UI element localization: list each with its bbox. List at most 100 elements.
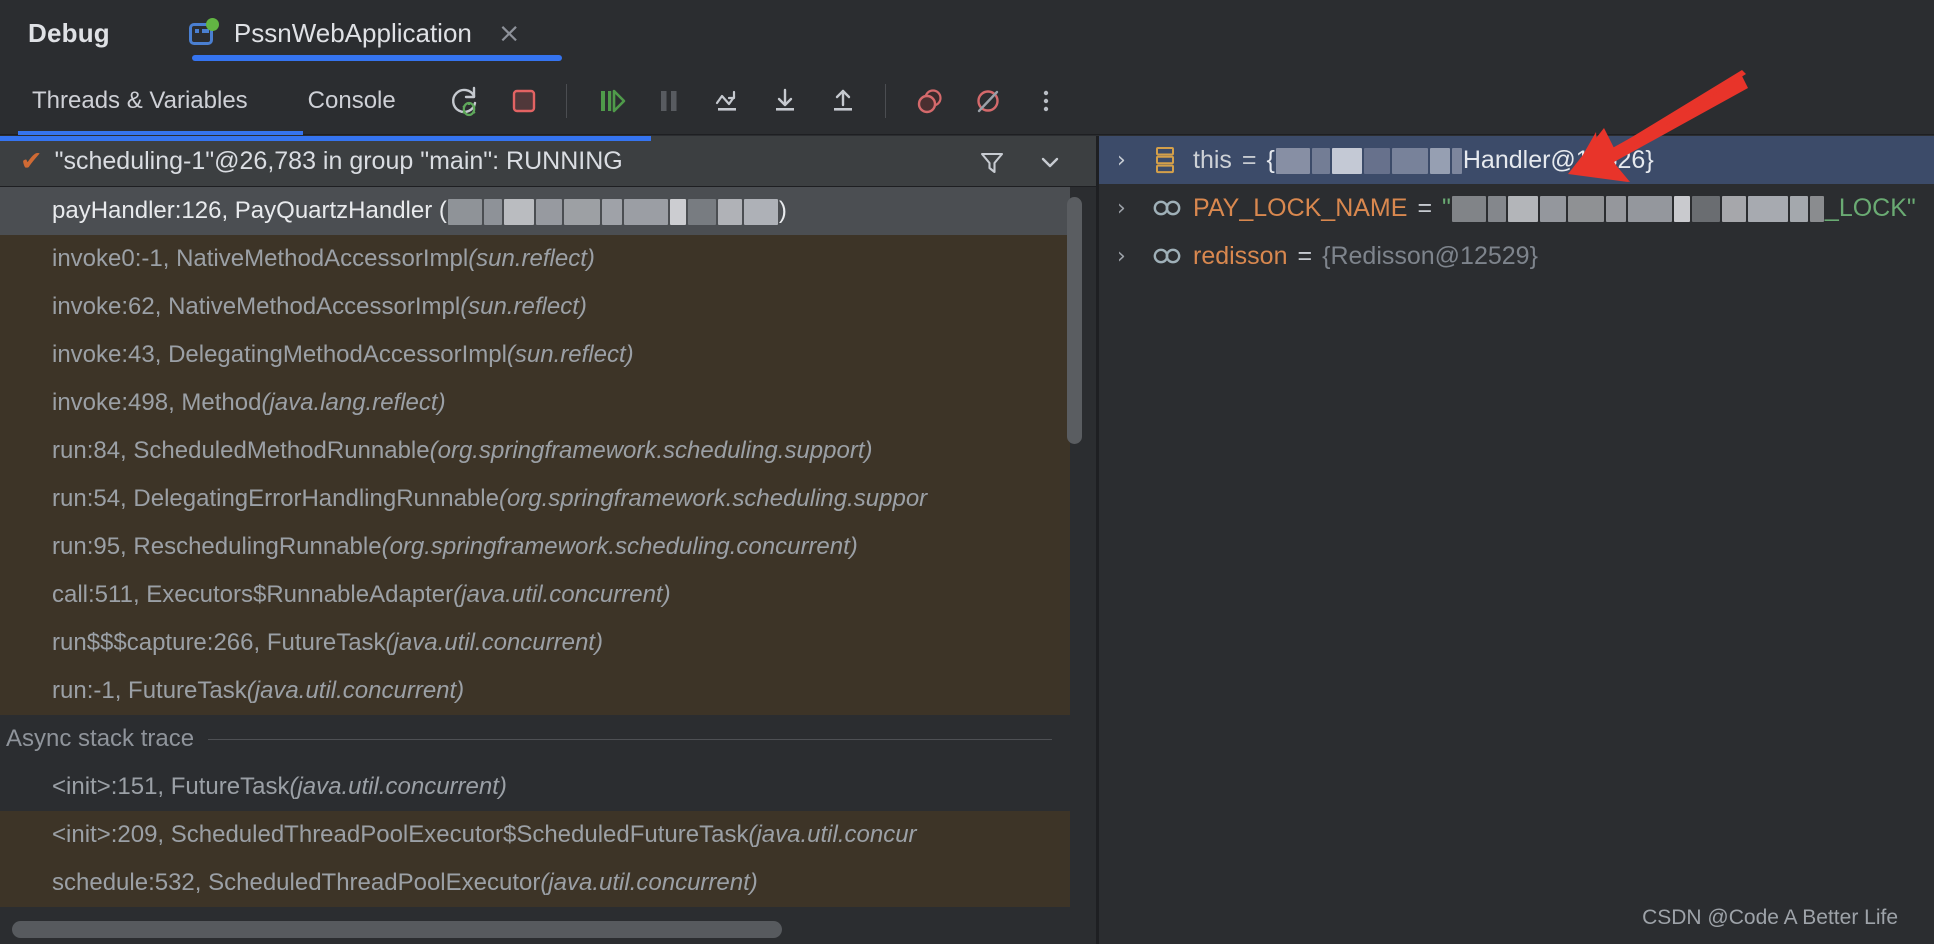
separator-line [208, 738, 1052, 740]
redacted-block [1691, 195, 1720, 222]
tab-console[interactable]: Console [304, 67, 400, 135]
debug-tool-window-title: Debug [28, 18, 110, 48]
stack-frame-row[interactable]: invoke0:-1, NativeMethodAccessorImpl (su… [0, 235, 1070, 283]
static-field-icon [1151, 243, 1193, 269]
static-field-icon [1151, 195, 1193, 221]
tab-active-underline [18, 130, 303, 135]
redacted-block [1507, 195, 1538, 222]
stack-frame-method: call:511, Executors$RunnableAdapter [52, 581, 454, 608]
step-into-button[interactable] [757, 73, 813, 129]
variable-name: redisson [1193, 241, 1288, 270]
stack-frame-package: (java.util.concurrent) [453, 581, 671, 608]
step-out-button[interactable] [815, 73, 871, 129]
resume-icon [600, 89, 626, 112]
stack-frame-row[interactable]: invoke:62, NativeMethodAccessorImpl (sun… [0, 283, 1070, 331]
running-indicator-dot [205, 17, 219, 31]
stack-frame-package: (java.util.concurrent) [385, 629, 603, 656]
step-into-icon [775, 88, 794, 111]
expand-chevron-icon[interactable]: › [1117, 148, 1151, 173]
tab-active-underline [191, 55, 562, 61]
redacted-block [447, 198, 482, 225]
stack-frame-method: invoke:498, Method [52, 389, 262, 416]
expand-chevron-icon[interactable]: › [1117, 244, 1151, 269]
variable-value: {Handler@17626} [1267, 146, 1654, 175]
stack-frame-row[interactable]: schedule:532, ScheduledThreadPoolExecuto… [0, 859, 1070, 907]
redacted-block [1275, 147, 1310, 174]
redacted-value [1451, 194, 1825, 222]
expand-chevron-icon[interactable]: › [1117, 196, 1151, 221]
stack-frame-method: payHandler:126, PayQuartzHandler ( [52, 197, 447, 224]
frames-horizontal-scrollbar[interactable] [0, 915, 1096, 944]
thread-selector-header[interactable]: ✔ "scheduling-1"@26,783 in group "main":… [0, 136, 1096, 187]
redacted-package-name [447, 197, 779, 225]
frames-vertical-scroll-thumb[interactable] [1067, 197, 1082, 444]
frames-panel: ✔ "scheduling-1"@26,783 in group "main":… [0, 136, 1096, 944]
tab-threads-and-variables-label: Threads & Variables [32, 86, 248, 114]
checkmark-icon: ✔ [20, 145, 43, 177]
stack-frames-list[interactable]: payHandler:126, PayQuartzHandler () invok… [0, 187, 1096, 915]
redacted-value [1275, 146, 1463, 174]
equals-sign: = [1417, 193, 1433, 222]
close-icon[interactable]: × [498, 20, 521, 47]
stack-frame-package: (sun.reflect) [506, 341, 634, 368]
redacted-block [669, 198, 686, 225]
stack-frame-method: run:-1, FutureTask [52, 677, 247, 704]
variable-row[interactable]: › redisson = {Redisson@12529} [1099, 232, 1934, 280]
stack-frame-package: (java.lang.reflect) [261, 389, 446, 416]
stack-frame-package: (org.springframework.scheduling.suppor [498, 485, 928, 512]
stack-frame-package: (sun.reflect) [468, 245, 595, 272]
tab-threads-and-variables[interactable]: Threads & Variables [18, 67, 303, 135]
stack-frame-row[interactable]: run:95, ReschedulingRunnable (org.spring… [0, 523, 1070, 571]
redacted-block [1363, 147, 1390, 174]
value-prefix: " [1442, 193, 1451, 222]
value-prefix: { [1266, 145, 1275, 174]
stack-frame-method: run:95, ReschedulingRunnable [52, 533, 382, 560]
mute-breakpoints-button[interactable] [960, 73, 1016, 129]
stack-frame-method: invoke:43, DelegatingMethodAccessorImpl [52, 341, 507, 368]
redacted-block [483, 198, 502, 225]
rerun-debug-icon [451, 86, 476, 116]
rerun-debug-button[interactable] [438, 73, 494, 129]
more-options-button[interactable] [1018, 73, 1074, 129]
stack-frame-row[interactable]: run:54, DelegatingErrorHandlingRunnable … [0, 475, 1070, 523]
stack-frame-method: run$$$capture:266, FutureTask [52, 629, 386, 656]
stack-frame-package: (java.util.concurrent) [246, 677, 465, 704]
frames-vertical-scrollbar[interactable] [1067, 192, 1082, 864]
redacted-block [1721, 195, 1746, 222]
frames-horizontal-scroll-thumb[interactable] [12, 921, 782, 938]
stack-frame-row[interactable]: payHandler:126, PayQuartzHandler () [0, 187, 1070, 235]
pause-icon [660, 90, 677, 111]
redacted-block [1567, 195, 1604, 222]
stack-frame-suffix: ) [778, 197, 787, 224]
stack-frame-row[interactable]: invoke:498, Method (java.lang.reflect) [0, 379, 1070, 427]
stack-frame-row[interactable]: run:84, ScheduledMethodRunnable (org.spr… [0, 427, 1070, 475]
step-out-icon [833, 89, 852, 111]
step-over-icon [715, 90, 736, 111]
redacted-block [687, 198, 716, 225]
redacted-block [503, 198, 534, 225]
variable-row[interactable]: › this = {Handler@17626} [1099, 136, 1934, 184]
tab-pssnwebapplication[interactable]: PssnWebApplication × [166, 0, 562, 67]
stack-frame-row[interactable]: <init>:209, ScheduledThreadPoolExecutor$… [0, 811, 1070, 859]
stack-frame-package: (org.springframework.scheduling.support) [429, 437, 873, 464]
stack-frame-row[interactable]: call:511, Executors$RunnableAdapter (jav… [0, 571, 1070, 619]
stack-frame-method: invoke:62, NativeMethodAccessorImpl [52, 293, 461, 320]
collapse-button[interactable] [1022, 134, 1078, 190]
stack-frame-row[interactable]: <init>:151, FutureTask (java.util.concur… [0, 763, 1070, 811]
variable-row[interactable]: › PAY_LOCK_NAME = " _LOCK" [1099, 184, 1934, 232]
redacted-block [1627, 195, 1672, 222]
pause-program-button[interactable] [641, 73, 697, 129]
redacted-block [535, 198, 562, 225]
stack-frame-row[interactable]: run:-1, FutureTask (java.util.concurrent… [0, 667, 1070, 715]
object-value-icon [1151, 145, 1193, 175]
view-breakpoints-button[interactable] [902, 73, 958, 129]
step-over-button[interactable] [699, 73, 755, 129]
stack-frame-package: (org.springframework.scheduling.concurre… [381, 533, 858, 560]
stack-frame-row[interactable]: invoke:43, DelegatingMethodAccessorImpl … [0, 331, 1070, 379]
stack-frame-row[interactable]: run$$$capture:266, FutureTask (java.util… [0, 619, 1070, 667]
variables-panel[interactable]: › this = {Handler@17626} › PAY_LOCK_NAME = " _LO… [1099, 136, 1934, 944]
stop-button[interactable] [496, 73, 552, 129]
resume-program-button[interactable] [583, 73, 639, 129]
debug-tool-window-header: Debug PssnWebApplication × [0, 0, 1934, 67]
filter-button[interactable] [964, 134, 1020, 190]
